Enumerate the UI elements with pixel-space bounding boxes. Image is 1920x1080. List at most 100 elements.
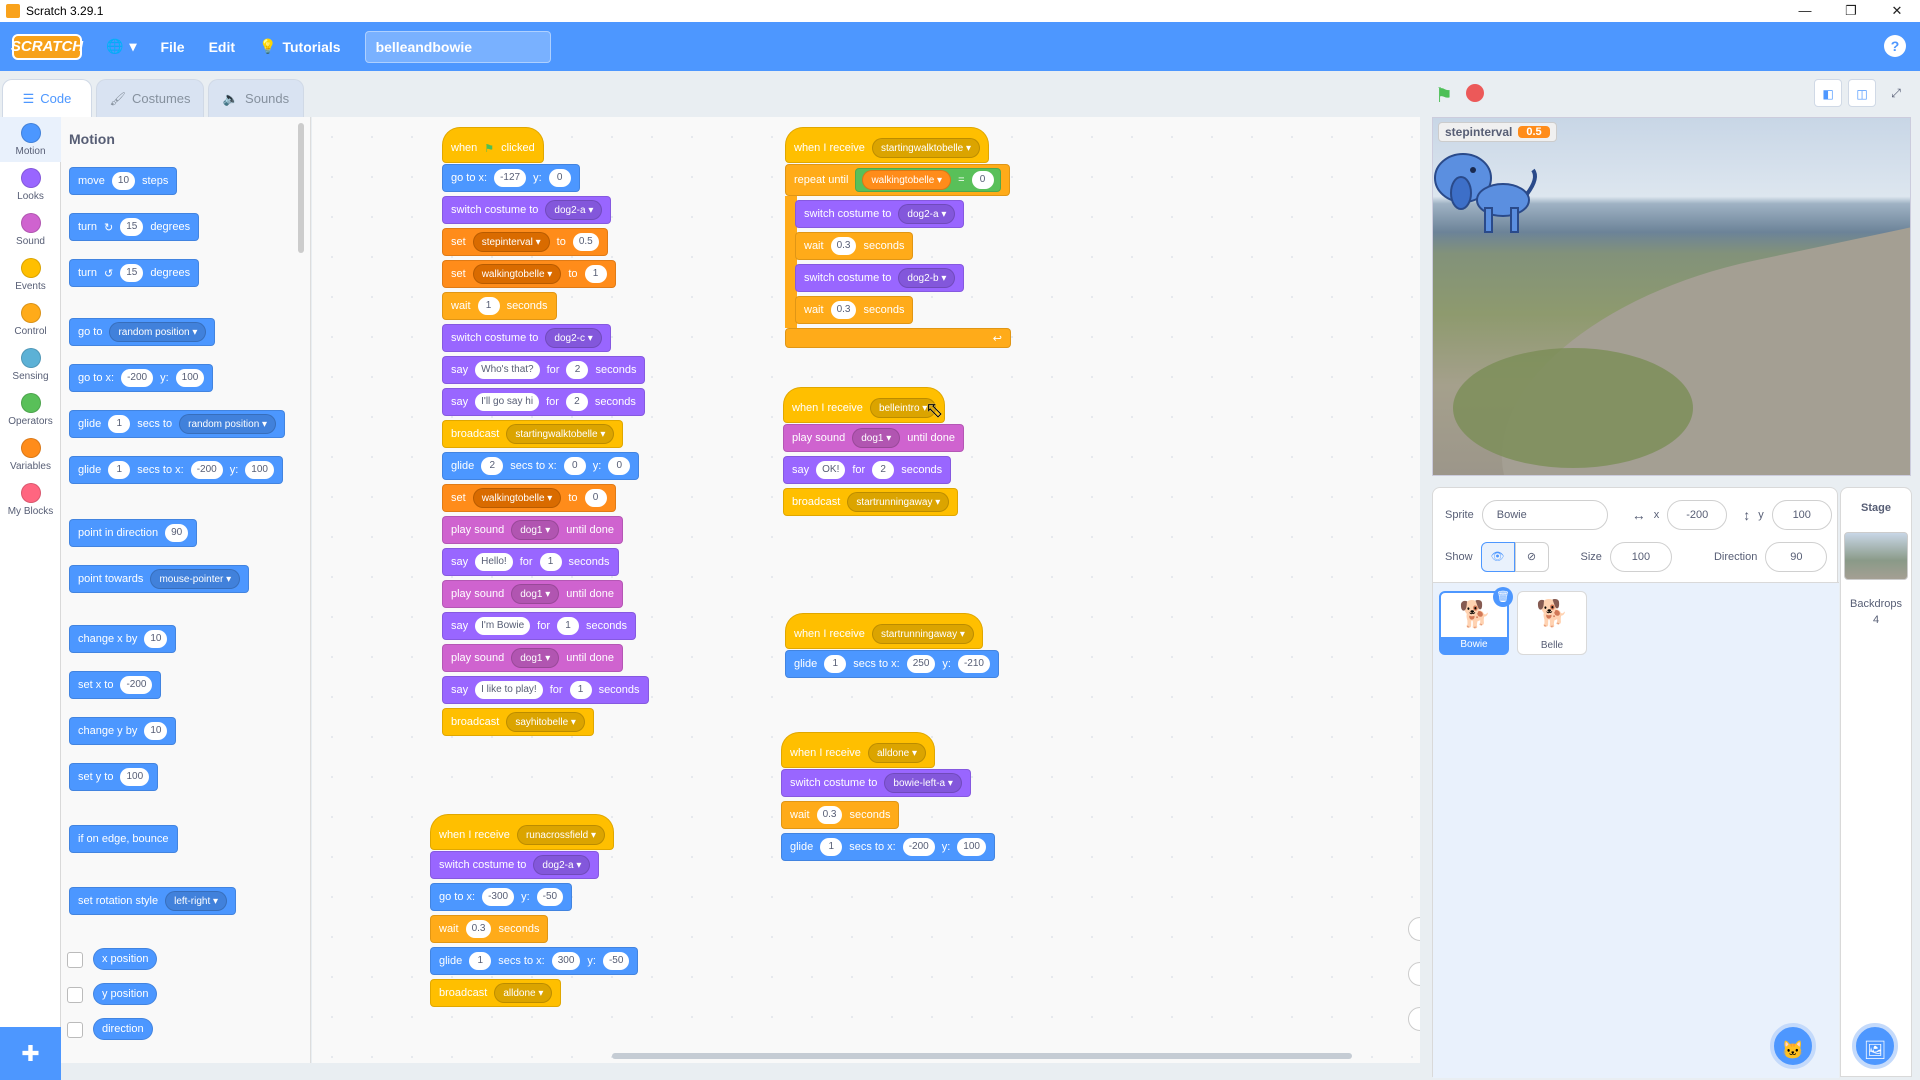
category-events[interactable]: Events bbox=[0, 252, 61, 297]
tab-sounds[interactable]: 🔈 Sounds bbox=[208, 79, 304, 117]
sprite-thumb-belle[interactable]: 🐕 Belle bbox=[1517, 591, 1587, 655]
say-for-block[interactable]: say Hello! for 1 seconds bbox=[442, 548, 619, 576]
hide-sprite-icon[interactable]: ⊘ bbox=[1514, 542, 1549, 572]
size-input[interactable]: 100 bbox=[1609, 542, 1672, 572]
block-input[interactable]: 90 bbox=[165, 524, 189, 542]
help-icon[interactable]: ? bbox=[1884, 35, 1906, 57]
show-visible-icon[interactable]: 👁 bbox=[1480, 542, 1515, 572]
stage-canvas[interactable]: stepinterval 0.5 bbox=[1432, 117, 1911, 476]
block-input[interactable]: 0 bbox=[563, 457, 586, 475]
block-input[interactable]: 0.3 bbox=[465, 920, 492, 938]
block-input[interactable]: I like to play! bbox=[475, 681, 543, 699]
small-stage-icon[interactable]: ◧ bbox=[1814, 79, 1842, 107]
goto-xy-block[interactable]: go to x: -200 y: 100 bbox=[69, 364, 214, 392]
block-dropdown[interactable]: dog2-b bbox=[898, 268, 956, 288]
block-input[interactable]: 0.3 bbox=[830, 237, 857, 255]
switch-costume-block[interactable]: switch costume to dog2-a bbox=[795, 200, 965, 228]
when-i-receive-block[interactable]: when I receive startingwalktobelle bbox=[785, 127, 990, 163]
broadcast-block[interactable]: broadcast alldone bbox=[430, 979, 562, 1007]
block-input[interactable]: 15 bbox=[120, 264, 144, 282]
scratch-logo[interactable]: SCRATCH bbox=[11, 33, 83, 60]
block-input[interactable]: 1 bbox=[569, 681, 592, 699]
block-input[interactable]: 250 bbox=[906, 655, 936, 673]
block-input[interactable]: 1 bbox=[824, 655, 847, 673]
set-variable-block[interactable]: set walkingtobelle to 1 bbox=[442, 260, 616, 288]
change-y-block[interactable]: change y by 10 bbox=[69, 717, 177, 745]
when-i-receive-block[interactable]: when I receive alldone bbox=[781, 732, 936, 768]
block-input[interactable]: I'm Bowie bbox=[475, 617, 531, 635]
stop-icon[interactable] bbox=[1466, 84, 1484, 102]
block-dropdown[interactable]: dog1 bbox=[511, 520, 560, 540]
block-input[interactable]: 1 bbox=[557, 617, 580, 635]
block-dropdown[interactable]: startrunningaway bbox=[871, 624, 974, 644]
block-input[interactable]: 10 bbox=[144, 722, 168, 740]
category-sensing[interactable]: Sensing bbox=[0, 342, 61, 387]
switch-costume-block[interactable]: switch costume to dog2-c bbox=[442, 324, 611, 352]
say-for-block[interactable]: say I'll go say hi for 2 seconds bbox=[442, 388, 645, 416]
wait-block[interactable]: wait 0.3 seconds bbox=[781, 801, 900, 829]
block-input[interactable]: -300 bbox=[482, 888, 515, 906]
block-input[interactable]: 0 bbox=[608, 457, 631, 475]
glide-xy-block[interactable]: glide 2 secs to x: 0 y: 0 bbox=[442, 452, 640, 480]
block-input[interactable]: 100 bbox=[245, 461, 274, 479]
block-input[interactable]: 0.3 bbox=[816, 806, 843, 824]
block-dropdown[interactable]: startingwalktobelle bbox=[506, 424, 615, 444]
bowie-sprite[interactable] bbox=[1433, 138, 1543, 238]
wait-block[interactable]: wait 0.3 seconds bbox=[795, 296, 914, 324]
block-dropdown[interactable]: alldone bbox=[867, 743, 927, 763]
direction-checkbox[interactable] bbox=[67, 1022, 83, 1038]
block-input[interactable]: 10 bbox=[111, 172, 136, 190]
block-dropdown[interactable]: mouse-pointer bbox=[150, 569, 241, 589]
switch-costume-block[interactable]: switch costume to bowie-left-a bbox=[781, 769, 971, 797]
language-menu[interactable]: 🌐 ▾ bbox=[106, 38, 136, 55]
say-for-block[interactable]: say OK! for 2 seconds bbox=[783, 456, 952, 484]
set-x-block[interactable]: set x to -200 bbox=[69, 671, 162, 699]
goto-xy-block[interactable]: go to x: -127 y: 0 bbox=[442, 164, 580, 192]
glide-xy-block[interactable]: glide 1 secs to x: 250 y: -210 bbox=[785, 650, 999, 678]
backdrop-thumbnail[interactable] bbox=[1844, 532, 1908, 580]
equals-operator[interactable]: walkingtobelle = 0 bbox=[855, 168, 1001, 192]
block-input[interactable]: 2 bbox=[872, 461, 895, 479]
category-my-blocks[interactable]: My Blocks bbox=[0, 477, 61, 522]
x-input[interactable]: -200 bbox=[1667, 500, 1728, 530]
sprite-name-input[interactable]: Bowie bbox=[1481, 500, 1608, 530]
script-workspace[interactable]: when ⚑ clicked go to x: -127 y: 0 switch cost… bbox=[312, 117, 1420, 1063]
block-input[interactable]: -200 bbox=[902, 838, 935, 856]
block-dropdown[interactable]: walkingtobelle bbox=[472, 488, 562, 508]
rotation-style-block[interactable]: set rotation style left-right bbox=[69, 887, 237, 915]
say-for-block[interactable]: say I'm Bowie for 1 seconds bbox=[442, 612, 636, 640]
variable-monitor[interactable]: stepinterval 0.5 bbox=[1438, 122, 1557, 142]
block-input[interactable]: 1 bbox=[539, 553, 562, 571]
block-input[interactable]: 1 bbox=[108, 461, 131, 479]
block-input[interactable]: 1 bbox=[477, 297, 500, 315]
block-dropdown[interactable]: dog1 bbox=[511, 584, 560, 604]
edit-menu[interactable]: Edit bbox=[209, 39, 235, 55]
project-title-input[interactable]: belleandbowie bbox=[364, 30, 551, 63]
block-dropdown[interactable]: random position bbox=[109, 322, 207, 342]
block-dropdown[interactable]: dog2-a bbox=[545, 200, 603, 220]
delete-sprite-icon[interactable]: 🗑 bbox=[1493, 587, 1513, 607]
turn-left-block[interactable]: turn ↺ 15 degrees bbox=[69, 259, 200, 287]
block-dropdown[interactable]: dog2-a bbox=[533, 855, 591, 875]
category-control[interactable]: Control bbox=[0, 297, 61, 342]
block-input[interactable]: 1 bbox=[108, 415, 131, 433]
block-input[interactable]: OK! bbox=[816, 461, 846, 479]
block-dropdown[interactable]: startrunningaway bbox=[847, 492, 950, 512]
block-input[interactable]: 0 bbox=[971, 171, 994, 189]
large-stage-icon[interactable]: ◫ bbox=[1848, 79, 1876, 107]
green-flag-icon[interactable]: ⚑ bbox=[1435, 83, 1453, 108]
set-variable-block[interactable]: set stepinterval to 0.5 bbox=[442, 228, 608, 256]
category-motion[interactable]: Motion bbox=[0, 117, 61, 162]
point-towards-block[interactable]: point towards mouse-pointer bbox=[69, 565, 250, 593]
block-input[interactable]: 0.5 bbox=[572, 233, 599, 251]
block-dropdown[interactable]: dog1 bbox=[852, 428, 901, 448]
file-menu[interactable]: File bbox=[160, 39, 184, 55]
block-input[interactable]: 0 bbox=[548, 169, 571, 187]
fullscreen-icon[interactable]: ⤢ bbox=[1882, 79, 1910, 107]
set-variable-block[interactable]: set walkingtobelle to 0 bbox=[442, 484, 616, 512]
y-position-checkbox[interactable] bbox=[67, 987, 83, 1003]
block-dropdown[interactable]: runacrossfield bbox=[516, 825, 606, 845]
block-input[interactable]: -200 bbox=[120, 676, 153, 694]
maximize-icon[interactable]: ❐ bbox=[1828, 0, 1874, 22]
block-input[interactable]: 1 bbox=[469, 952, 492, 970]
